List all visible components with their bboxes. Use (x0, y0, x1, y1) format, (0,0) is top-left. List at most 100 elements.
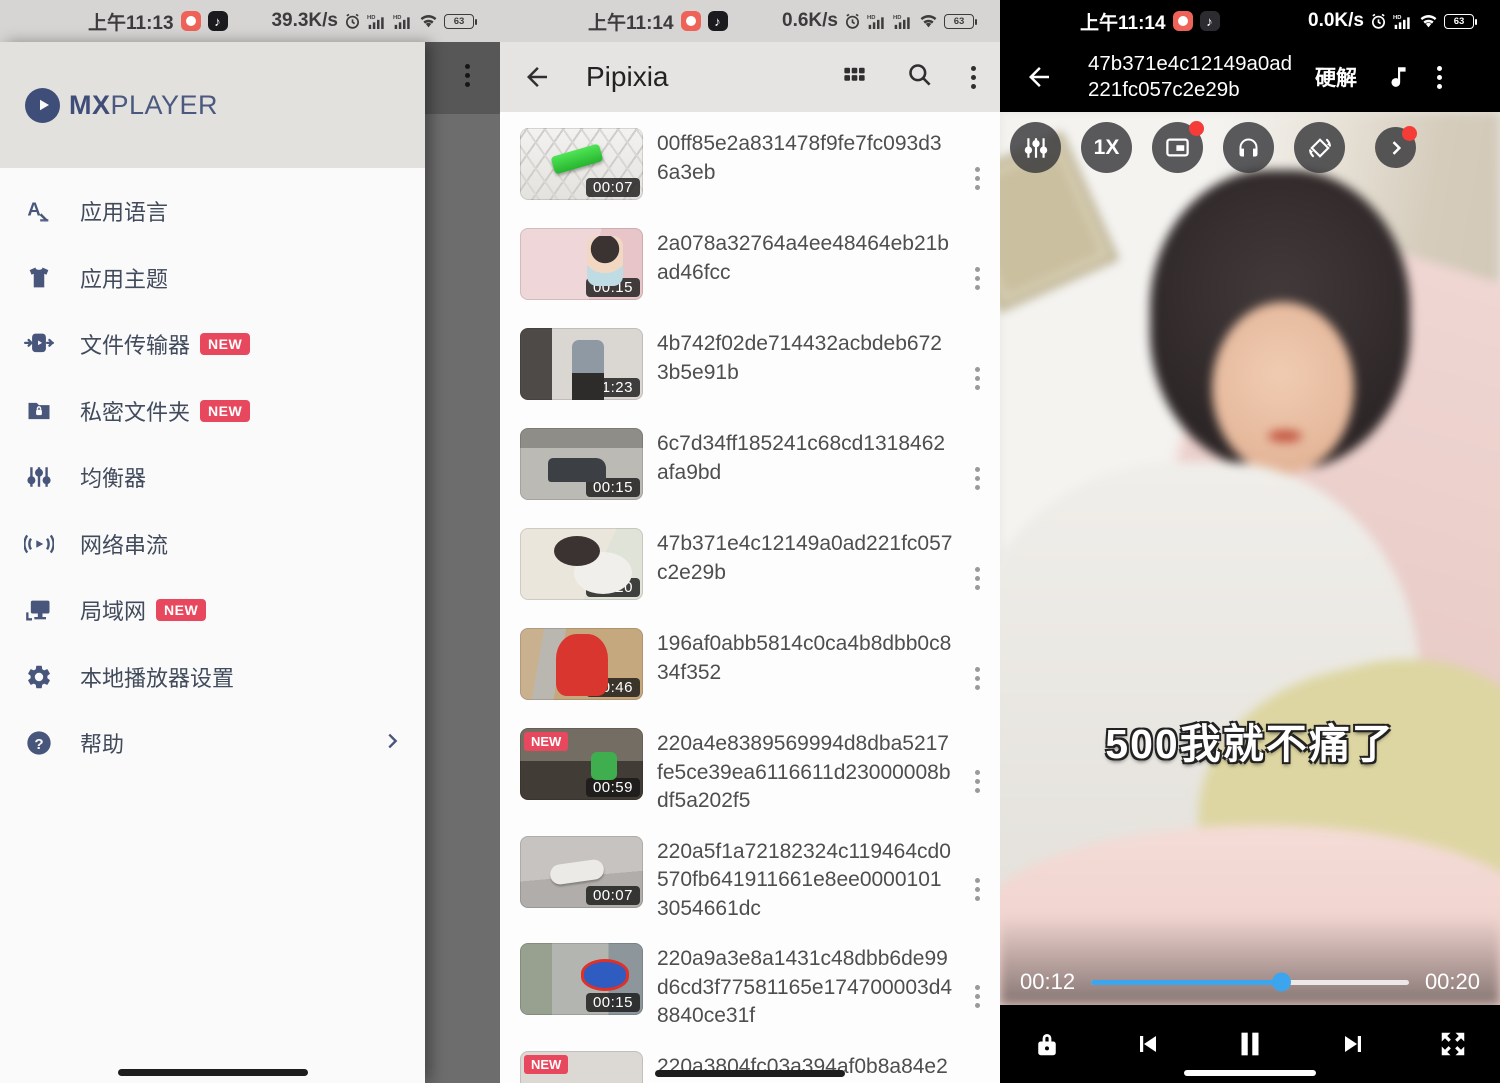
audio-track-icon[interactable] (1385, 64, 1411, 90)
dimmed-background (425, 42, 500, 1083)
video-frame-art (1000, 112, 1500, 1005)
logo-mx-text: MX (69, 90, 111, 120)
playing-title: 47b371e4c12149a0ad221fc057c2e29b (1088, 51, 1303, 103)
folder-title: Pipixia (586, 61, 668, 93)
screen: 上午11:13 ♪ 39.3K/s HD HD 63 MXPLAYER (0, 0, 1500, 1083)
wifi-icon (419, 13, 438, 29)
navigation-drawer: MXPLAYER A 应用语言 应用主题 文件传输器 NEW (0, 42, 425, 1083)
file-row[interactable]: 01:23 4b742f02de714432acbdeb6723b5e91b (520, 328, 1000, 428)
file-options-icon[interactable] (969, 872, 986, 907)
tshirt-icon (22, 264, 56, 292)
expand-controls-button[interactable] (1375, 127, 1416, 168)
status-bar-middle: 上午11:14 ♪ 0.6K/s HD HD 63 (500, 0, 1000, 42)
next-button[interactable] (1337, 1028, 1369, 1060)
menu-item-file-transfer[interactable]: 文件传输器 NEW (0, 311, 425, 378)
headphones-button[interactable] (1223, 122, 1274, 173)
file-row[interactable]: NEW 220a3804fc03a394af0b8a84e2 (520, 1051, 1000, 1083)
file-name: 220a4e8389569994d8dba5217fe5ce39ea611661… (657, 730, 953, 816)
player-quick-controls: 1X (1010, 122, 1490, 173)
file-options-icon[interactable] (969, 764, 986, 799)
signal-hd-icon-1: HD (367, 13, 387, 30)
duration-badge: 00:07 (586, 886, 640, 905)
menu-item-lan[interactable]: 局域网 NEW (0, 577, 425, 644)
rotate-screen-button[interactable] (1294, 122, 1345, 173)
file-row[interactable]: 00:07 220a5f1a72182324c119464cd0570fb641… (520, 836, 1000, 944)
pip-button[interactable] (1152, 122, 1203, 173)
file-row[interactable]: 00:07 00ff85e2a831478f9fe7fc093d36a3eb (520, 128, 1000, 228)
duration-badge: 00:15 (586, 478, 640, 497)
more-options-icon[interactable] (1437, 66, 1442, 89)
file-options-icon[interactable] (969, 561, 986, 596)
video-thumbnail[interactable]: 01:23 (520, 328, 643, 400)
file-options-icon[interactable] (969, 661, 986, 696)
seek-bar-row: 00:12 00:20 (1000, 969, 1500, 995)
file-options-icon[interactable] (969, 161, 986, 196)
seek-bar-thumb[interactable] (1272, 973, 1291, 992)
lan-icon (22, 596, 56, 624)
file-options-icon[interactable] (969, 261, 986, 296)
file-row[interactable]: 00:15 2a078a32764a4ee48464eb21bad46fcc (520, 228, 1000, 328)
search-icon[interactable] (906, 61, 933, 93)
file-name: 220a9a3e8a1431c48dbb6de99d6cd3f77581165e… (657, 945, 953, 1031)
network-stream-icon (22, 531, 56, 557)
duration-badge: 00:20 (586, 578, 640, 597)
video-thumbnail[interactable]: 00:20 (520, 528, 643, 600)
alarm-icon (344, 13, 361, 30)
equalizer-button[interactable] (1010, 122, 1061, 173)
back-arrow-icon[interactable] (1024, 62, 1054, 92)
video-surface[interactable]: 1X 500我就不痛了 00:12 00:20 (1000, 112, 1500, 1005)
menu-item-local-player-settings[interactable]: 本地播放器设置 (0, 644, 425, 711)
duration-badge: 00:59 (586, 778, 640, 797)
back-arrow-icon[interactable] (522, 62, 552, 92)
menu-item-private-folder[interactable]: 私密文件夹 NEW (0, 378, 425, 445)
video-thumbnail[interactable]: 00:15 (520, 428, 643, 500)
previous-button[interactable] (1132, 1028, 1164, 1060)
new-badge: NEW (200, 400, 250, 422)
gear-icon (22, 663, 56, 691)
video-thumbnail[interactable]: 00:07 (520, 128, 643, 200)
file-row[interactable]: NEW00:59 220a4e8389569994d8dba5217fe5ce3… (520, 728, 1000, 836)
svg-text:HD: HD (893, 15, 901, 21)
file-name: 2a078a32764a4ee48464eb21bad46fcc (657, 230, 953, 287)
pause-button[interactable] (1233, 1027, 1267, 1061)
translate-icon: A (22, 197, 56, 225)
file-row[interactable]: 00:15 220a9a3e8a1431c48dbb6de99d6cd3f775… (520, 943, 1000, 1051)
file-options-icon[interactable] (969, 361, 986, 396)
fullscreen-button[interactable] (1438, 1029, 1468, 1059)
menu-item-app-theme[interactable]: 应用主题 (0, 245, 425, 312)
play-logo-icon (25, 88, 60, 123)
notification-dot (1189, 121, 1204, 136)
grid-view-icon[interactable] (841, 61, 868, 93)
menu-item-app-language[interactable]: A 应用语言 (0, 178, 425, 245)
signal-hd-icon-1: HD (1393, 13, 1413, 30)
file-options-icon[interactable] (969, 979, 986, 1014)
video-thumbnail[interactable]: 00:15 (520, 943, 643, 1015)
video-thumbnail[interactable]: NEW00:59 (520, 728, 643, 800)
clock-text: 上午11:13 (88, 8, 174, 35)
chevron-right-icon (381, 730, 403, 757)
lock-button[interactable] (1032, 1029, 1062, 1059)
menu-item-equalizer[interactable]: 均衡器 (0, 444, 425, 511)
file-name: 196af0abb5814c0ca4b8dbb0c834f352 (657, 630, 953, 687)
duration-badge: 00:15 (586, 278, 640, 297)
video-thumbnail[interactable]: NEW (520, 1051, 643, 1083)
svg-text:HD: HD (367, 15, 375, 21)
seek-bar[interactable] (1091, 980, 1409, 985)
status-bar-right: 上午11:14 ♪ 0.0K/s HD 63 (1000, 0, 1500, 42)
notification-dot (1402, 126, 1417, 141)
menu-item-network-stream[interactable]: 网络串流 (0, 511, 425, 578)
new-badge: NEW (524, 1055, 568, 1074)
video-thumbnail[interactable]: 00:15 (520, 228, 643, 300)
file-row[interactable]: 00:46 196af0abb5814c0ca4b8dbb0c834f352 (520, 628, 1000, 728)
video-thumbnail[interactable]: 00:07 (520, 836, 643, 908)
file-row[interactable]: 00:20 47b371e4c12149a0ad221fc057c2e29b (520, 528, 1000, 628)
new-badge: NEW (156, 599, 206, 621)
menu-item-help[interactable]: ? 帮助 (0, 710, 425, 777)
more-options-icon[interactable] (971, 66, 976, 89)
file-row[interactable]: 00:15 6c7d34ff185241c68cd1318462afa9bd (520, 428, 1000, 528)
file-options-icon[interactable] (969, 461, 986, 496)
hw-decode-label[interactable]: 硬解 (1315, 62, 1357, 92)
video-thumbnail[interactable]: 00:46 (520, 628, 643, 700)
playback-speed-button[interactable]: 1X (1081, 122, 1132, 173)
panel-video-player: 上午11:14 ♪ 0.0K/s HD 63 47b371e4c12149a0a… (1000, 0, 1500, 1083)
